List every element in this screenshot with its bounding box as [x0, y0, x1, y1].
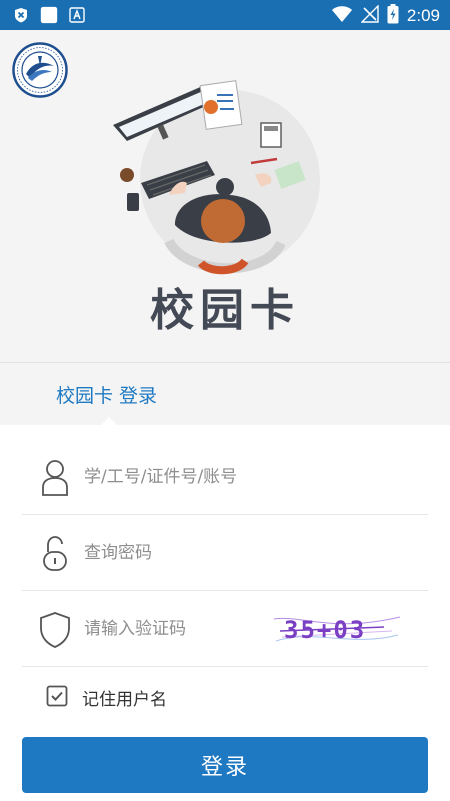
captcha-image[interactable]: 35+03 — [272, 607, 402, 651]
remember-username-row: 记住用户名 — [22, 675, 428, 719]
status-bar-notifications — [12, 6, 86, 24]
username-input[interactable] — [84, 463, 274, 491]
username-row — [22, 439, 428, 515]
remember-username-label: 记住用户名 — [82, 690, 167, 710]
captcha-row: 35+03 — [22, 591, 428, 667]
no-signal-icon — [360, 4, 379, 27]
font-a-icon — [68, 6, 86, 24]
hero-section: 校园卡 — [0, 30, 450, 362]
lock-open-icon — [38, 533, 72, 573]
app-title: 校园卡 — [150, 285, 300, 336]
login-button[interactable]: 登录 — [22, 737, 428, 793]
tab-campus-card-login[interactable]: 校园卡 登录 — [56, 381, 157, 408]
status-bar: 2:09 — [0, 0, 450, 30]
close-x-notification-icon — [12, 6, 30, 24]
login-tab-strip: 校园卡 登录 — [0, 362, 450, 426]
remember-username-checkbox[interactable] — [46, 685, 68, 707]
login-form: 35+03 记住用户名 登录 — [0, 425, 450, 801]
shield-icon — [38, 609, 72, 649]
desk-workspace-illustration — [105, 75, 320, 290]
wifi-icon — [331, 5, 353, 27]
password-row — [22, 515, 428, 591]
user-icon — [38, 457, 72, 497]
status-time: 2:09 — [406, 6, 440, 25]
captcha-input[interactable] — [84, 615, 274, 643]
university-seal-logo — [12, 42, 68, 98]
password-input[interactable] — [84, 539, 274, 567]
status-bar-system: 2:09 — [331, 4, 440, 28]
battery-charging-icon — [387, 4, 399, 28]
blank-square-icon — [40, 6, 58, 24]
